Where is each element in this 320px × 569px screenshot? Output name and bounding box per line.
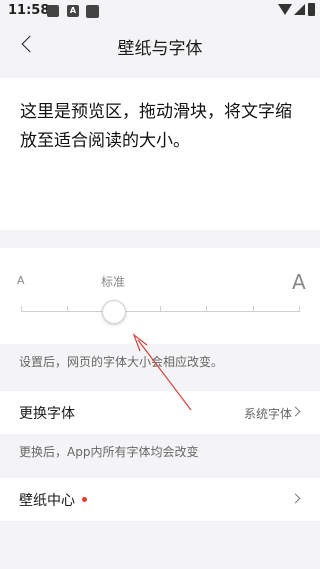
- chevron-right-icon: [290, 406, 301, 417]
- current-font-value: 系统字体: [243, 407, 292, 421]
- wallpaper-center-row[interactable]: 壁纸中心: [0, 478, 320, 521]
- status-time: 11:58: [8, 3, 50, 18]
- slider-tick: [160, 306, 161, 312]
- a-icon: A: [67, 5, 79, 17]
- wallpaper-center-label: 壁纸中心: [19, 493, 75, 509]
- slider-tick: [299, 306, 300, 312]
- signal-icon: [294, 4, 305, 15]
- square-icon: [86, 5, 99, 18]
- small-font-label: A: [17, 274, 25, 287]
- slider-tick: [206, 306, 208, 312]
- preview-text: 这里是预览区，拖动滑块，将文字缩放至适合阅读的大小。: [20, 102, 292, 151]
- large-font-label: A: [292, 270, 306, 294]
- standard-label: 标准: [101, 275, 126, 289]
- slider-tick: [21, 306, 22, 312]
- new-badge-dot: [82, 497, 87, 502]
- page-title: 壁纸与字体: [117, 39, 203, 59]
- status-bar: 11:58 A: [0, 0, 320, 24]
- change-font-label: 更换字体: [19, 406, 75, 422]
- font-size-slider-card: A 标准 A: [0, 248, 320, 344]
- slider-tick: [252, 306, 254, 312]
- slider-tick: [67, 306, 69, 312]
- chevron-right-icon: [290, 493, 301, 504]
- wifi-icon: [278, 4, 292, 15]
- header: 壁纸与字体: [0, 24, 320, 64]
- change-font-row[interactable]: 更换字体 系统字体: [0, 391, 320, 434]
- battery-icon: [308, 3, 315, 16]
- change-font-hint: 更换后，App内所有字体均会改变: [19, 445, 199, 459]
- font-size-hint: 设置后，网页的字体大小会相应改变。: [19, 355, 224, 369]
- preview-area: 这里是预览区，拖动滑块，将文字缩放至适合阅读的大小。: [0, 78, 320, 230]
- slider-knob[interactable]: [101, 300, 126, 324]
- image-icon: [47, 5, 59, 17]
